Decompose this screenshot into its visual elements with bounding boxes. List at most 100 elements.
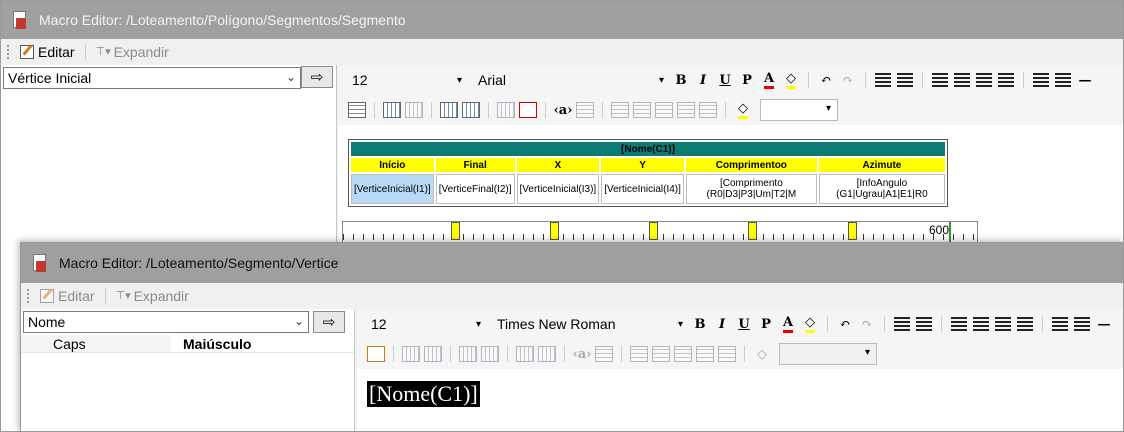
split-cells-icon[interactable] [595,346,613,362]
table-cell[interactable]: [Comprimento (R0|D3|P3|Um|T2|M [685,174,817,204]
expand-button[interactable]: ⊤▾ Expandir [92,44,173,60]
cell-border-bottom-icon[interactable] [696,346,714,362]
cell-border-left-icon[interactable] [611,102,629,118]
align-left-icon[interactable] [951,317,967,331]
edit-button[interactable]: Editar [16,44,79,60]
field-token[interactable]: [Nome(C1)] [367,381,480,407]
insert-table-icon[interactable] [367,346,385,362]
property-value[interactable]: Maiúsculo [171,336,251,352]
bold-button[interactable]: B [670,69,692,91]
horizontal-rule-icon[interactable]: — [1074,69,1096,91]
cell-border-top-icon[interactable] [674,346,692,362]
delete-column-icon[interactable] [516,346,534,362]
toolbar-grip[interactable] [27,289,30,303]
cell-border-right-icon[interactable] [633,102,651,118]
insert-row-above-icon[interactable] [440,102,458,118]
column-header[interactable]: Azimute [818,158,945,172]
cell-border-top-icon[interactable] [655,102,673,118]
expand-button[interactable]: ⊤▾ Expandir [112,288,193,304]
table-cell[interactable]: [VerticeFinal(I2)] [435,174,515,204]
table-properties-icon[interactable] [348,102,366,118]
italic-button[interactable]: I [711,313,733,335]
outdent-icon[interactable] [897,73,913,87]
column-marker[interactable] [451,222,460,240]
undo-button[interactable]: ↶ [834,313,856,335]
numbered-list-icon[interactable] [1052,317,1068,331]
column-marker[interactable] [649,222,658,240]
cell-color-select[interactable]: ▾ [760,99,838,121]
cell-color-select[interactable]: ▾ [779,343,877,365]
highlight-color-button[interactable]: ◇ [799,313,821,335]
chevron-down-icon[interactable]: ⌄ [286,70,296,84]
table-cell[interactable]: [InfoAngulo (G1|Ugrau|A1|E1|R0 [818,174,945,204]
underline-button[interactable]: U [733,313,755,335]
element-selector-combo[interactable]: Nome ⌄ [23,311,309,333]
horizontal-rule-icon[interactable]: — [1093,313,1115,335]
column-marker[interactable] [848,222,857,240]
highlight-color-button[interactable]: ◇ [780,69,802,91]
paragraph-button[interactable]: P [736,69,758,91]
table-cell[interactable]: [VerticeInicial(I4)] [601,174,684,204]
insert-row-below-icon[interactable] [481,346,499,362]
insert-column-left-icon[interactable] [383,102,401,118]
redo-button[interactable]: ↷ [837,69,859,91]
align-center-icon[interactable] [973,317,989,331]
ruler-end-marker[interactable] [949,222,951,244]
property-row[interactable]: Caps Maiúsculo [21,335,354,353]
font-size-select[interactable]: 12 ▾ [365,313,485,335]
undo-button[interactable]: ↶ [815,69,837,91]
paragraph-button[interactable]: P [755,313,777,335]
cell-color-button[interactable]: ◇ [732,99,754,121]
edit-button[interactable]: Editar [36,288,99,304]
title-bar[interactable]: Macro Editor: /Loteamento/Polígono/Segme… [1,1,1123,39]
font-color-button[interactable]: A [777,313,799,335]
font-size-select[interactable]: 12 ▾ [346,69,466,91]
element-selector-combo[interactable]: Vértice Inicial ⌄ [3,67,301,89]
insert-row-above-icon[interactable] [459,346,477,362]
bold-button[interactable]: B [689,313,711,335]
indent-icon[interactable] [894,317,910,331]
delete-row-icon[interactable] [538,346,556,362]
bullet-list-icon[interactable] [1074,317,1090,331]
align-right-icon[interactable] [995,317,1011,331]
document-area[interactable]: [Nome(C1)] [357,369,1123,431]
cell-border-bottom-icon[interactable] [677,102,695,118]
chevron-down-icon[interactable]: ⌄ [294,314,304,328]
insert-arrow-button[interactable]: ⇨ [313,311,345,333]
table-cell[interactable]: [VerticeInicial(I3)] [516,174,600,204]
bullet-list-icon[interactable] [1055,73,1071,87]
column-marker[interactable] [550,222,559,240]
table-header-cell[interactable]: [Nome(C1)] [351,142,945,156]
cell-color-button[interactable]: ◇ [751,343,773,365]
delete-row-icon[interactable] [519,102,537,118]
indent-icon[interactable] [875,73,891,87]
insert-column-left-icon[interactable] [402,346,420,362]
font-name-select[interactable]: Times New Roman ▾ [489,313,689,335]
insert-column-right-icon[interactable] [424,346,442,362]
title-bar[interactable]: Macro Editor: /Loteamento/Segmento/Verti… [21,243,1123,283]
justify-icon[interactable] [1017,317,1033,331]
redo-button[interactable]: ↷ [856,313,878,335]
column-header[interactable]: X [516,158,600,172]
align-center-icon[interactable] [954,73,970,87]
insert-row-below-icon[interactable] [462,102,480,118]
column-ruler[interactable]: 600 [342,221,978,244]
merge-cells-icon[interactable]: ‹a› [552,99,574,121]
split-cells-icon[interactable] [576,102,594,118]
outdent-icon[interactable] [916,317,932,331]
font-name-select[interactable]: Arial ▾ [470,69,670,91]
toolbar-grip[interactable] [7,45,10,59]
column-header[interactable]: Final [435,158,515,172]
justify-icon[interactable] [998,73,1014,87]
column-marker[interactable] [748,222,757,240]
align-left-icon[interactable] [932,73,948,87]
underline-button[interactable]: U [714,69,736,91]
merge-cells-icon[interactable]: ‹a› [571,343,593,365]
image-icon[interactable] [718,346,736,362]
column-header[interactable]: Comprimentoo [685,158,817,172]
delete-column-icon[interactable] [497,102,515,118]
numbered-list-icon[interactable] [1033,73,1049,87]
insert-column-right-icon[interactable] [405,102,423,118]
column-header[interactable]: Início [351,158,434,172]
column-header[interactable]: Y [601,158,684,172]
